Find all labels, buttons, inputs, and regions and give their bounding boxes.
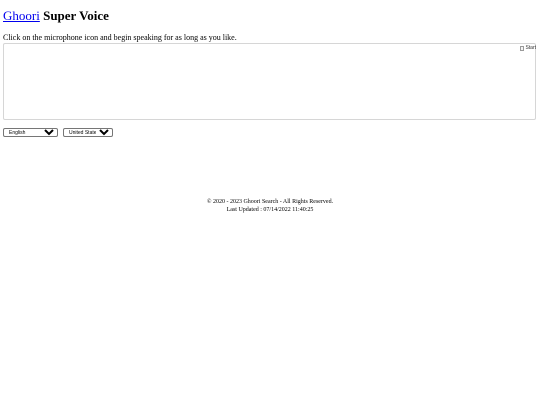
- microphone-icon: [520, 45, 525, 51]
- language-select[interactable]: English: [3, 128, 58, 137]
- instructions-text: Click on the microphone icon and begin s…: [3, 33, 237, 42]
- dialect-select[interactable]: United States: [63, 128, 113, 137]
- language-row: English United States: [3, 128, 113, 137]
- page-title-text: Super Voice: [43, 8, 109, 23]
- page: Ghoori Super Voice Click on the micropho…: [0, 0, 540, 405]
- transcript-box[interactable]: Start: [3, 43, 536, 120]
- start-button-alt-text: Start: [525, 45, 536, 51]
- last-updated-text: Last Updated : 07/14/2022 11:40:25: [226, 207, 314, 213]
- footer: © 2020 - 2023 Ghoori Search - All Rights…: [0, 198, 540, 214]
- start-button[interactable]: Start: [520, 45, 536, 51]
- copyright-text: © 2020 - 2023 Ghoori Search - All Rights…: [206, 199, 334, 205]
- page-title: Ghoori Super Voice: [3, 8, 109, 24]
- brand-link[interactable]: Ghoori: [3, 8, 40, 23]
